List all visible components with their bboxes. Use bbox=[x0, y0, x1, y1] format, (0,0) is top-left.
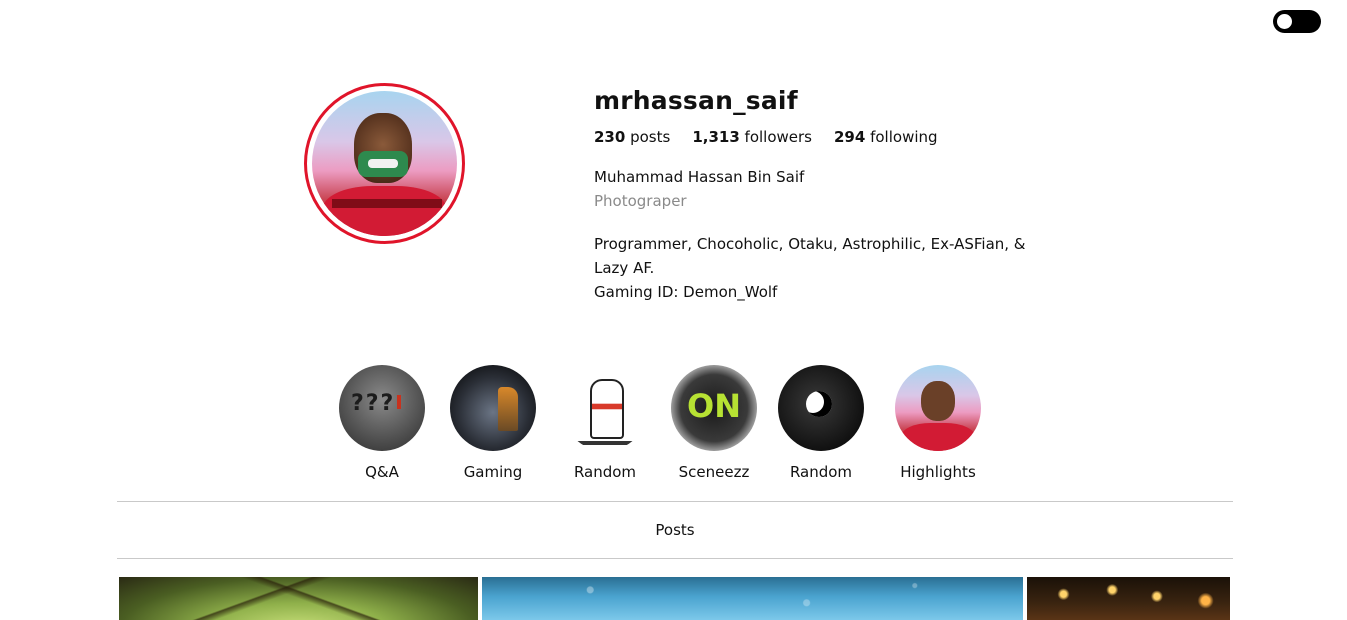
avatar-hoodie bbox=[322, 186, 447, 236]
highlight-label: Random bbox=[789, 463, 853, 481]
tab-posts[interactable]: Posts bbox=[117, 502, 1233, 558]
post-thumbnail[interactable] bbox=[1027, 577, 1230, 620]
highlight-qa-cover bbox=[339, 365, 425, 451]
stat-posts[interactable]: 230 posts bbox=[594, 128, 670, 146]
stat-posts-count: 230 bbox=[594, 128, 626, 146]
post-thumbnail[interactable] bbox=[119, 577, 478, 620]
highlight-qa[interactable]: Q&A bbox=[332, 365, 432, 481]
profile-page: mrhassan_saif 230 posts 1,313 followers … bbox=[0, 0, 1347, 620]
profile-stats: 230 posts 1,313 followers 294 following bbox=[594, 128, 938, 146]
stat-followers-count: 1,313 bbox=[692, 128, 740, 146]
highlight-label: Sceneezz bbox=[678, 463, 750, 481]
highlight-highlights[interactable]: Highlights bbox=[888, 365, 988, 481]
post-thumbnail[interactable] bbox=[482, 577, 1023, 620]
stat-following[interactable]: 294 following bbox=[834, 128, 938, 146]
divider bbox=[117, 558, 1233, 559]
highlight-label: Random bbox=[573, 463, 637, 481]
highlight-random-1-cover bbox=[562, 365, 648, 451]
avatar-caption-band bbox=[332, 199, 442, 208]
stat-following-label: following bbox=[870, 128, 938, 146]
highlight-gaming-cover bbox=[450, 365, 536, 451]
stat-followers[interactable]: 1,313 followers bbox=[692, 128, 812, 146]
highlight-label: Gaming bbox=[463, 463, 523, 481]
stat-posts-label: posts bbox=[630, 128, 671, 146]
theme-toggle[interactable] bbox=[1273, 10, 1321, 33]
highlight-gaming[interactable]: Gaming bbox=[443, 365, 543, 481]
highlight-random-2-cover bbox=[778, 365, 864, 451]
avatar bbox=[312, 91, 457, 236]
profile-avatar-ring[interactable] bbox=[304, 83, 465, 244]
profile-category: Photograper bbox=[594, 192, 687, 210]
highlight-sceneezz-cover bbox=[671, 365, 757, 451]
username: mrhassan_saif bbox=[594, 86, 798, 115]
avatar-mask bbox=[358, 151, 408, 177]
story-highlights: Q&A Gaming Random Sceneezz Random Highli… bbox=[330, 365, 990, 485]
bio-line: Gaming ID: Demon_Wolf bbox=[594, 283, 778, 301]
bio-line: Programmer, Chocoholic, Otaku, Astrophil… bbox=[594, 235, 1026, 277]
highlight-sceneezz[interactable]: Sceneezz bbox=[664, 365, 764, 481]
stat-followers-label: followers bbox=[744, 128, 812, 146]
stat-following-count: 294 bbox=[834, 128, 866, 146]
toggle-icon bbox=[1277, 14, 1292, 29]
full-name: Muhammad Hassan Bin Saif bbox=[594, 168, 805, 186]
highlight-highlights-cover bbox=[895, 365, 981, 451]
highlight-label: Q&A bbox=[365, 463, 399, 481]
highlight-label: Highlights bbox=[900, 463, 976, 481]
highlight-random-1[interactable]: Random bbox=[555, 365, 655, 481]
profile-bio: Programmer, Chocoholic, Otaku, Astrophil… bbox=[594, 232, 1044, 304]
highlight-random-2[interactable]: Random bbox=[771, 365, 871, 481]
